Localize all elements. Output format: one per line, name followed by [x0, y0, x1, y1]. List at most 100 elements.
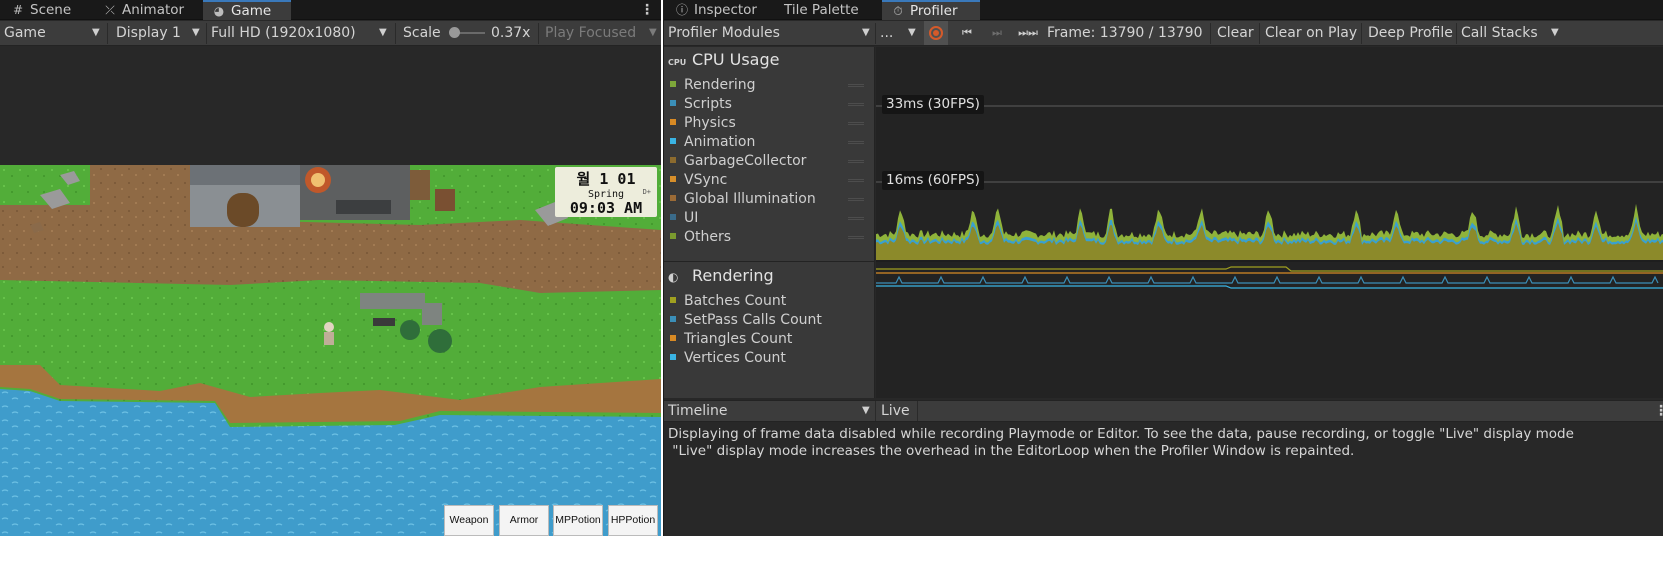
color-swatch: [670, 297, 676, 303]
rendering-series-line: [876, 266, 1663, 272]
rendering-legend-item[interactable]: Vertices Count: [670, 349, 870, 368]
legend-label: SetPass Calls Count: [684, 312, 822, 328]
30fps-marker-label: 33ms (30FPS): [882, 95, 984, 114]
game-more-menu-icon[interactable]: ⋮: [640, 0, 654, 20]
drag-handle-icon[interactable]: [848, 217, 864, 220]
game-window: # Scene ⤫ Animator ◕ Game ⋮ Game ▼ Display 1…: [0, 0, 661, 536]
weapon-button[interactable]: Weapon: [444, 505, 494, 536]
legend-label: Scripts: [684, 96, 732, 112]
date-time-display: 월 1 01 Spring D+ 09:03 AM: [555, 167, 657, 217]
legend-label: Triangles Count: [684, 331, 793, 347]
rendering-module-header[interactable]: ◐ Rendering: [668, 264, 774, 288]
player-character: [324, 322, 334, 332]
rendering-legend-item[interactable]: SetPass Calls Count: [670, 311, 870, 330]
view-mode-dropdown[interactable]: Game ▼: [4, 21, 104, 45]
scale-slider[interactable]: [447, 21, 485, 45]
chevron-down-icon: ▼: [862, 27, 870, 38]
cpu-legend-item[interactable]: Others: [670, 228, 870, 247]
play-focused-dropdown[interactable]: Play Focused ▼: [545, 21, 659, 45]
timeline-dropdown[interactable]: Timeline ▼: [668, 401, 874, 421]
stone-wall: [360, 293, 425, 309]
tab-profiler[interactable]: ⏱ Profiler: [882, 0, 980, 20]
clear-button[interactable]: Clear: [1217, 21, 1254, 45]
live-toggle[interactable]: Live: [881, 401, 915, 421]
drag-handle-icon[interactable]: [848, 122, 864, 125]
rendering-legend-item[interactable]: Batches Count: [670, 292, 870, 311]
cpu-legend-item[interactable]: Global Illumination: [670, 190, 870, 209]
game-toolbar: Game ▼ Display 1 ▼ Full HD (1920x1080) ▼ Sc…: [0, 21, 661, 46]
tab-scene[interactable]: # Scene: [2, 0, 92, 20]
resolution-dropdown[interactable]: Full HD (1920x1080) ▼: [211, 21, 391, 45]
clear-on-play-button[interactable]: Clear on Play: [1265, 21, 1357, 45]
legend-label: UI: [684, 210, 699, 226]
cpu-legend-item[interactable]: Rendering: [670, 76, 870, 95]
step-forward-icon[interactable]: ⏭: [986, 21, 1008, 45]
details-toolbar: Timeline ▼ Live ⋮: [664, 400, 1663, 422]
drag-handle-icon[interactable]: [848, 84, 864, 87]
call-stacks-dropdown[interactable]: Call Stacks ▼: [1461, 21, 1661, 45]
divider: [1361, 23, 1362, 44]
cpu-legend-item[interactable]: GarbageCollector: [670, 152, 870, 171]
game-viewport[interactable]: 월 1 01 Spring D+ 09:03 AM: [0, 165, 661, 536]
color-swatch: [670, 176, 676, 182]
color-swatch: [670, 138, 676, 144]
profiler-tabbar: ⓘ Inspector Tile Palette ⏱ Profiler: [664, 0, 1663, 20]
cpu-legend-item[interactable]: Physics: [670, 114, 870, 133]
divider: [664, 261, 875, 262]
divider: [538, 23, 539, 44]
record-button[interactable]: [924, 21, 948, 45]
deep-profile-button[interactable]: Deep Profile: [1368, 21, 1453, 45]
profiler-graph-area[interactable]: 33ms (30FPS) 16ms (60FPS): [876, 47, 1663, 398]
slider-handle[interactable]: [449, 27, 460, 38]
cpu-legend-item[interactable]: Scripts: [670, 95, 870, 114]
drag-handle-icon[interactable]: [848, 160, 864, 163]
color-swatch: [670, 335, 676, 341]
cpu-stacked-areas: [876, 203, 1663, 260]
tab-inspector[interactable]: ⓘ Inspector: [666, 0, 772, 20]
step-back-icon[interactable]: ⏮: [956, 21, 978, 45]
legend-label: Vertices Count: [684, 350, 786, 366]
rendering-legend-item[interactable]: Triangles Count: [670, 330, 870, 349]
drag-handle-icon[interactable]: [848, 179, 864, 182]
time-label: 09:03 AM: [569, 199, 643, 217]
chevron-down-icon: ▼: [862, 405, 870, 416]
details-more-menu-icon[interactable]: ⋮: [1654, 401, 1663, 421]
drag-handle-icon[interactable]: [848, 141, 864, 144]
cpu-legend-item[interactable]: UI: [670, 209, 870, 228]
divider: [1210, 23, 1211, 44]
hppotion-button[interactable]: HPPotion: [608, 505, 658, 536]
legend-label: GarbageCollector: [684, 153, 807, 169]
drag-handle-icon[interactable]: [848, 103, 864, 106]
scale-label: Scale: [403, 25, 441, 41]
color-swatch: [670, 214, 676, 220]
legend-label: Physics: [684, 115, 736, 131]
chevron-down-icon: ▼: [92, 27, 100, 38]
tab-game[interactable]: ◕ Game: [203, 0, 291, 20]
profiler-modules-dropdown[interactable]: Profiler Modules ▼: [668, 21, 872, 45]
chevron-down-icon: ▼: [1551, 27, 1559, 38]
info-icon: ⓘ: [675, 3, 688, 17]
armor-button[interactable]: Armor: [499, 505, 549, 536]
legend-label: Rendering: [684, 77, 756, 93]
display-dropdown[interactable]: Display 1 ▼: [116, 21, 204, 45]
tab-tile-palette[interactable]: Tile Palette: [776, 0, 880, 20]
color-swatch: [670, 195, 676, 201]
color-swatch: [670, 119, 676, 125]
cpu-legend-item[interactable]: Animation: [670, 133, 870, 152]
cpu-usage-graph[interactable]: [876, 47, 1663, 398]
color-swatch: [670, 157, 676, 163]
chevron-down-icon: ▼: [649, 27, 657, 38]
target-dropdown[interactable]: ... ▼: [880, 21, 920, 45]
frame-counter: Frame: 13790 / 13790: [1047, 25, 1203, 41]
cpu-module-header[interactable]: CPU CPU Usage: [668, 48, 779, 72]
divider: [206, 23, 207, 44]
profiler-window: ⓘ Inspector Tile Palette ⏱ Profiler Profil…: [663, 0, 1663, 536]
mppotion-button[interactable]: MPPotion: [553, 505, 603, 536]
tab-animator[interactable]: ⤫ Animator: [94, 0, 200, 20]
cpu-legend-item[interactable]: VSync: [670, 171, 870, 190]
drag-handle-icon[interactable]: [848, 236, 864, 239]
animator-icon: ⤫: [105, 3, 115, 17]
current-frame-icon[interactable]: ⏭⏭: [1016, 21, 1040, 45]
color-swatch: [670, 233, 676, 239]
drag-handle-icon[interactable]: [848, 198, 864, 201]
